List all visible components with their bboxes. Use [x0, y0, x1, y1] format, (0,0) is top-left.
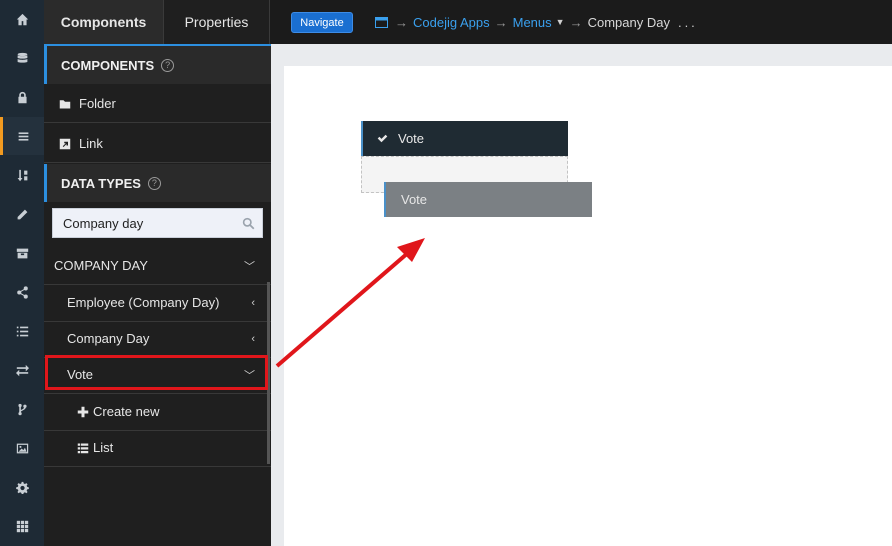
data-type-label: Vote: [67, 367, 94, 382]
create-new-item[interactable]: Create new: [44, 393, 271, 431]
breadcrumb: → Codejig Apps → Menus ▼ → Company Day .…: [375, 13, 698, 31]
archive-icon[interactable]: [0, 234, 44, 272]
breadcrumb-arrow-icon: →: [494, 14, 508, 30]
breadcrumb-menus-link[interactable]: Menus: [513, 15, 552, 30]
breadcrumb-arrow-icon: →: [569, 14, 583, 30]
list-label: List: [93, 440, 114, 455]
data-type-item-vote[interactable]: Vote ﹀: [44, 356, 271, 394]
data-type-item[interactable]: Company Day ‹: [44, 320, 271, 358]
check-icon: [377, 134, 388, 143]
search-input[interactable]: [53, 209, 233, 237]
chevron-down-icon[interactable]: ﹀: [244, 258, 255, 274]
transfer-icon[interactable]: [0, 351, 44, 389]
search-icon[interactable]: [242, 217, 255, 230]
chevron-left-icon[interactable]: ‹: [251, 333, 255, 345]
breadcrumb-app-link[interactable]: Codejig Apps: [413, 15, 490, 30]
data-type-label: Company Day: [67, 331, 150, 346]
apps-icon[interactable]: [0, 507, 44, 545]
home-icon[interactable]: [0, 0, 44, 38]
help-icon[interactable]: ?: [147, 176, 161, 190]
chevron-down-icon[interactable]: ﹀: [244, 367, 255, 383]
database-icon[interactable]: [0, 39, 44, 77]
list-icon[interactable]: [0, 312, 44, 350]
menu-item-label: Vote: [398, 131, 425, 146]
tab-components[interactable]: Components: [44, 0, 163, 44]
branch-icon[interactable]: [0, 390, 44, 428]
top-bar: Components Properties Navigate → Codejig…: [44, 0, 892, 44]
link-label: Link: [79, 136, 103, 151]
breadcrumb-current: Company Day: [587, 14, 670, 30]
more-options-button[interactable]: ...: [678, 15, 698, 30]
group-title: COMPANY DAY: [54, 258, 148, 273]
menu-item-vote[interactable]: Vote: [361, 121, 568, 156]
dragging-item-label: Vote: [401, 192, 428, 207]
data-types-section-header: DATA TYPES ?: [44, 164, 271, 202]
folder-icon: [59, 99, 71, 108]
folder-component[interactable]: Folder: [44, 85, 271, 123]
navigate-button[interactable]: Navigate: [291, 12, 353, 33]
menu-icon[interactable]: [0, 117, 44, 155]
pencil-icon[interactable]: [0, 195, 44, 233]
link-component[interactable]: Link: [44, 125, 271, 163]
link-icon: [59, 138, 71, 149]
help-icon[interactable]: ?: [161, 58, 175, 72]
search-box: [52, 208, 263, 238]
sort-icon[interactable]: [0, 156, 44, 194]
group-company-day[interactable]: COMPANY DAY ﹀: [44, 247, 271, 285]
data-type-label: Employee (Company Day): [67, 295, 220, 310]
share-icon[interactable]: [0, 273, 44, 311]
window-icon: [375, 16, 388, 28]
icon-rail: [0, 0, 44, 546]
caret-down-icon[interactable]: ▼: [556, 17, 565, 27]
components-title: COMPONENTS: [61, 57, 155, 73]
image-icon[interactable]: [0, 429, 44, 467]
data-types-title: DATA TYPES: [61, 175, 141, 191]
dragging-item[interactable]: Vote: [384, 182, 592, 217]
create-new-label: Create new: [93, 404, 160, 419]
breadcrumb-arrow-icon: →: [395, 14, 408, 30]
components-panel: COMPONENTS ? Folder Link DATA TYPES ? CO…: [44, 44, 271, 546]
panel-scrollbar[interactable]: [267, 282, 270, 464]
lock-icon[interactable]: [0, 78, 44, 116]
data-type-item[interactable]: Employee (Company Day) ‹: [44, 284, 271, 322]
gear-icon[interactable]: [0, 468, 44, 506]
list-item[interactable]: List: [44, 429, 271, 467]
components-section-header: COMPONENTS ?: [44, 46, 271, 84]
list-icon: [77, 443, 89, 453]
plus-icon: [77, 406, 89, 417]
folder-label: Folder: [79, 96, 116, 111]
chevron-left-icon[interactable]: ‹: [251, 297, 255, 309]
tab-properties[interactable]: Properties: [163, 0, 270, 44]
